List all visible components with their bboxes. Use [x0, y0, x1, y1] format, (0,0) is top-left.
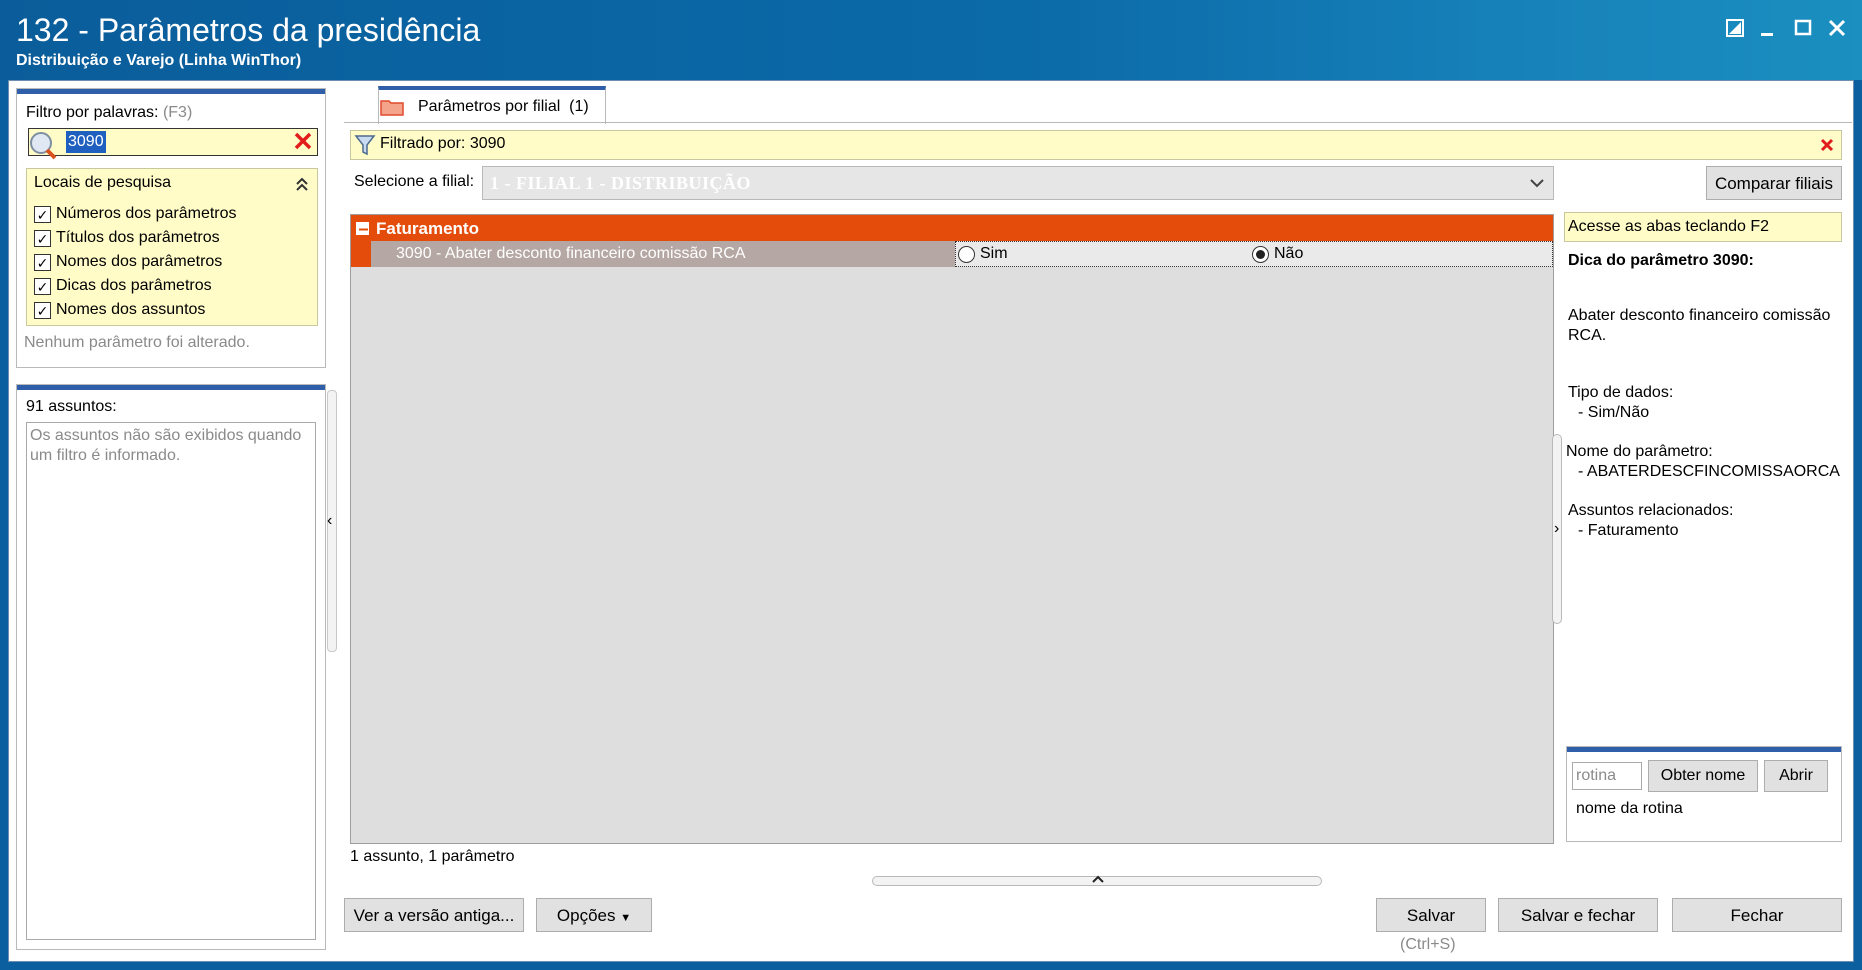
data-type-value: - Sim/Não	[1578, 404, 1650, 421]
group-header[interactable]	[351, 215, 1553, 241]
branch-value: 1 - FILIAL 1 - DISTRIBUIÇÃO	[490, 173, 752, 193]
expand-bottom-icon[interactable]	[1090, 872, 1106, 886]
option-assuntos[interactable]: Nomes dos assuntos	[56, 301, 205, 319]
close-window-icon[interactable]	[1822, 14, 1852, 42]
clear-filter-icon[interactable]	[292, 130, 314, 152]
funnel-icon	[354, 133, 376, 157]
checkbox-numeros[interactable]: ✓	[34, 206, 51, 223]
close-button[interactable]: Fechar	[1672, 898, 1842, 932]
grid-summary: 1 assunto, 1 parâmetro	[350, 848, 515, 865]
option-nomes[interactable]: Nomes dos parâmetros	[56, 253, 222, 271]
option-numeros[interactable]: Números dos parâmetros	[56, 205, 237, 223]
filter-input[interactable]: 3090	[66, 131, 106, 153]
subjects-count: 91 assuntos:	[26, 398, 117, 415]
minimize-icon[interactable]	[1752, 14, 1782, 42]
param-name-label: Nome do parâmetro:	[1566, 443, 1713, 460]
branch-label: Selecione a filial:	[354, 173, 475, 190]
filter-label-text: Filtro por palavras:	[26, 104, 159, 121]
folder-icon	[380, 97, 404, 117]
save-shortcut: (Ctrl+S)	[1400, 936, 1456, 953]
collapse-left-icon[interactable]: ‹	[327, 512, 339, 530]
related-subjects-label: Assuntos relacionados:	[1568, 502, 1734, 519]
filter-label: Filtro por palavras: (F3)	[26, 104, 192, 122]
option-titulos[interactable]: Títulos dos parâmetros	[56, 229, 220, 247]
checkbox-dicas[interactable]: ✓	[34, 278, 51, 295]
radio-sim-label[interactable]: Sim	[980, 245, 1008, 263]
param-name-value: - ABATERDESCFINCOMISSAORCA	[1578, 463, 1840, 480]
radio-nao[interactable]	[1252, 246, 1269, 263]
tab-underline	[344, 122, 1852, 123]
change-status: Nenhum parâmetro foi alterado.	[24, 334, 250, 351]
routine-accent-bar	[1567, 747, 1841, 752]
routine-placeholder: rotina	[1576, 767, 1617, 784]
checkbox-assuntos[interactable]: ✓	[34, 302, 51, 319]
parameter-label: 3090 - Abater desconto financeiro comiss…	[396, 245, 746, 262]
tips-heading: Dica do parâmetro 3090:	[1568, 252, 1754, 269]
panel-accent-bar-2	[17, 385, 325, 390]
routine-name-label: nome da rotina	[1576, 800, 1683, 817]
group-title: Faturamento	[376, 219, 479, 238]
tab-label-text: Parâmetros por filial	[418, 98, 561, 115]
filter-bar-text: Filtrado por: 3090	[380, 135, 506, 152]
subjects-info: Os assuntos não são exibidos quando um f…	[30, 427, 302, 464]
compare-branches-button[interactable]: Comparar filiais	[1706, 166, 1842, 200]
radio-sim[interactable]	[958, 246, 975, 263]
checkbox-nomes[interactable]: ✓	[34, 254, 51, 271]
window-subtitle: Distribuição e Varejo (Linha WinThor)	[16, 52, 302, 69]
save-button[interactable]: Salvar	[1376, 898, 1486, 932]
data-type-label: Tipo de dados:	[1568, 384, 1674, 401]
search-locations-title: Locais de pesquisa	[34, 174, 171, 191]
chevron-down-icon[interactable]	[1528, 174, 1546, 192]
get-name-button[interactable]: Obter nome	[1648, 760, 1758, 792]
tips-hint: Acesse as abas teclando F2	[1568, 218, 1770, 235]
checkbox-titulos[interactable]: ✓	[34, 230, 51, 247]
old-version-button[interactable]: Ver a versão antiga...	[344, 898, 524, 932]
window-title: 132 - Parâmetros da presidência	[16, 12, 481, 48]
panel-accent-bar	[17, 89, 325, 94]
tips-description: Abater desconto financeiro comissão RCA.	[1568, 307, 1831, 344]
radio-nao-label[interactable]: Não	[1274, 245, 1303, 263]
tab-count: (1)	[569, 98, 589, 115]
maximize-icon[interactable]	[1788, 14, 1818, 42]
filter-bar	[350, 130, 1842, 160]
search-icon	[28, 130, 58, 160]
option-dicas[interactable]: Dicas dos parâmetros	[56, 277, 212, 295]
expand-right-icon[interactable]: ›	[1554, 520, 1559, 538]
related-subjects-value: - Faturamento	[1578, 522, 1679, 539]
collapse-group-icon[interactable]	[356, 222, 369, 235]
dropdown-caret-icon: ▼	[620, 912, 632, 924]
open-routine-button[interactable]: Abrir	[1764, 760, 1828, 792]
clear-filter-bar-icon[interactable]	[1818, 136, 1836, 154]
collapse-chevron-icon[interactable]	[292, 174, 312, 194]
subjects-list[interactable]	[26, 422, 316, 940]
parameters-grid	[350, 214, 1554, 844]
options-button[interactable]: Opções ▼	[536, 898, 652, 932]
restore-layout-icon[interactable]	[1720, 14, 1750, 42]
filter-shortcut: (F3)	[162, 104, 193, 121]
group-indent	[351, 241, 371, 267]
tab-label: Parâmetros por filial (1)	[418, 98, 589, 116]
save-close-button[interactable]: Salvar e fechar	[1498, 898, 1658, 932]
options-button-label: Opções	[556, 906, 616, 925]
